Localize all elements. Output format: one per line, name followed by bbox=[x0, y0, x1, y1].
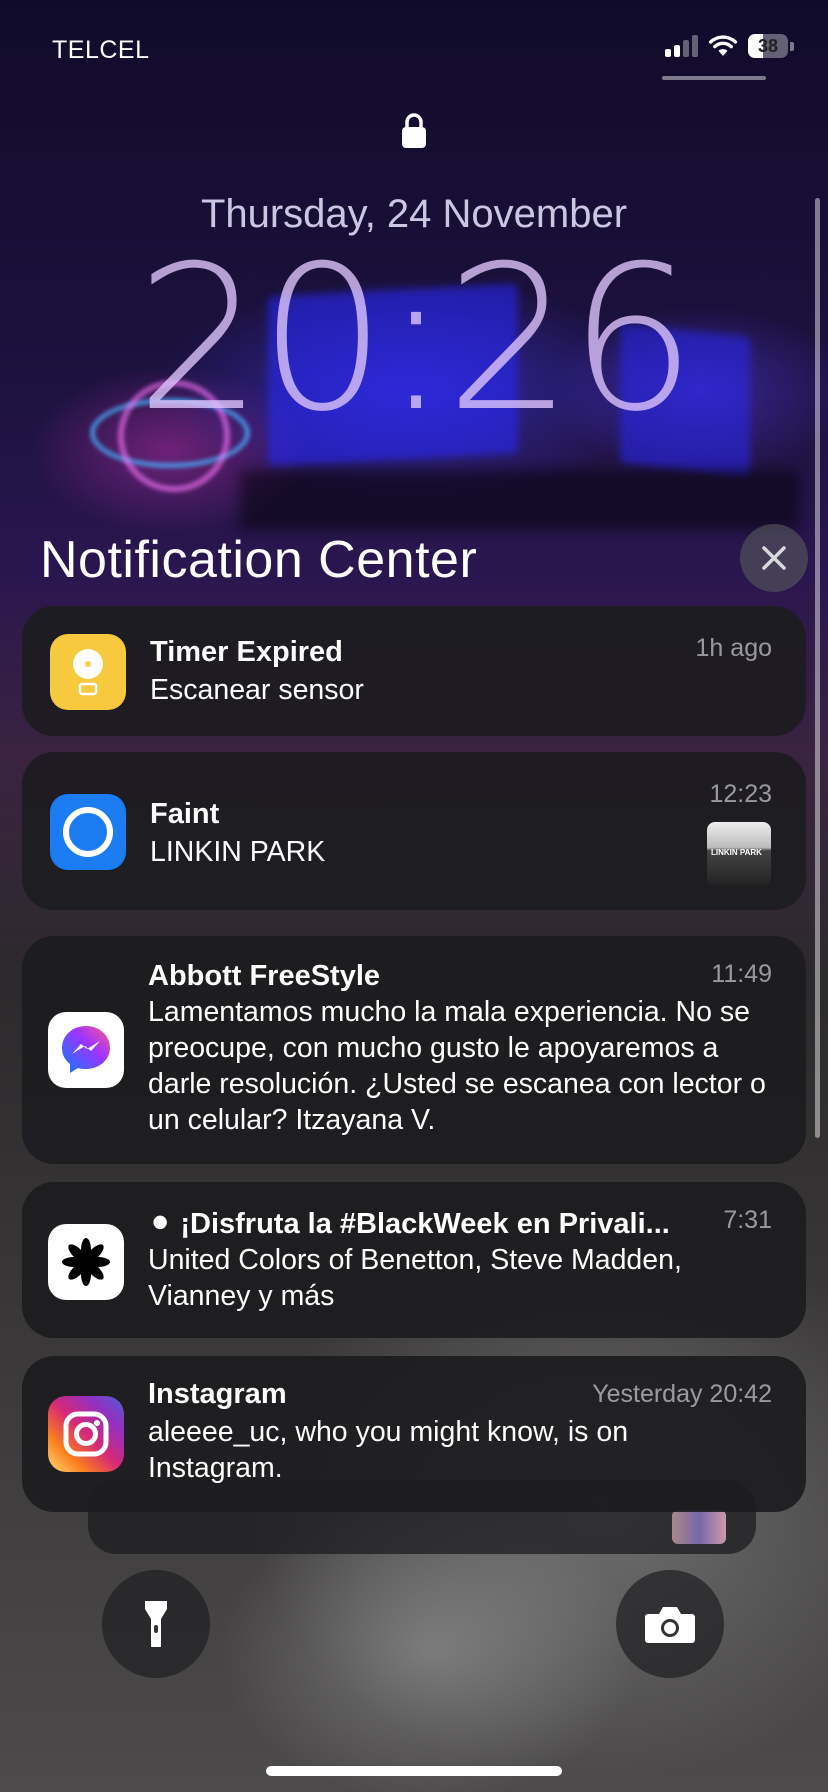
notification-title: ⚫ ¡Disfruta la #BlackWeek en Privali... bbox=[148, 1208, 670, 1240]
notification-body: United Colors of Benetton, Steve Madden,… bbox=[148, 1244, 682, 1312]
privalia-icon bbox=[48, 1224, 124, 1300]
notification-title: Faint bbox=[150, 798, 220, 830]
stack-thumbnail bbox=[672, 1510, 726, 1544]
carrier-label: TELCEL bbox=[52, 36, 150, 64]
notification-card[interactable]: Instagram Yesterday 20:42 aleeee_uc, who… bbox=[22, 1356, 806, 1512]
close-icon bbox=[762, 546, 786, 570]
notification-center-title: Notification Center bbox=[40, 531, 478, 589]
battery-icon: 38 bbox=[748, 34, 794, 58]
scroll-indicator bbox=[815, 198, 820, 1138]
messenger-icon bbox=[48, 1012, 124, 1088]
notification-time: 1h ago bbox=[695, 634, 772, 662]
notification-title: Instagram bbox=[148, 1378, 287, 1410]
lock-icon bbox=[402, 113, 426, 148]
notification-title: Abbott FreeStyle bbox=[148, 960, 381, 992]
notification-body: Lamentamos mucho la mala experiencia. No… bbox=[148, 996, 766, 1136]
notification-body: aleeee_uc, who you might know, is on Ins… bbox=[148, 1416, 629, 1484]
lock-time: 20:26 bbox=[135, 223, 696, 456]
notification-title: Timer Expired bbox=[150, 636, 343, 668]
instagram-icon bbox=[48, 1396, 124, 1472]
flashlight-icon bbox=[145, 1601, 167, 1647]
shazam-icon bbox=[50, 794, 126, 870]
control-center-handle[interactable] bbox=[662, 76, 766, 80]
battery-level: 38 bbox=[757, 35, 779, 56]
album-art-text: LINKIN PARK bbox=[711, 848, 762, 857]
camera-icon bbox=[645, 1607, 695, 1643]
wallpaper-desk bbox=[240, 470, 800, 530]
notification-time: 11:49 bbox=[711, 960, 772, 988]
notification-card[interactable]: Abbott FreeStyle 11:49 Lamentamos mucho … bbox=[22, 936, 806, 1164]
notification-time: Yesterday 20:42 bbox=[592, 1380, 772, 1408]
signal-icon bbox=[665, 35, 698, 57]
flashlight-button[interactable] bbox=[102, 1570, 210, 1678]
notification-card[interactable]: Timer Expired 1h ago Escanear sensor bbox=[22, 606, 806, 736]
clear-notifications-button[interactable] bbox=[740, 524, 808, 592]
home-indicator[interactable] bbox=[266, 1766, 562, 1776]
notification-time: 12:23 bbox=[709, 780, 772, 808]
album-art-thumbnail: LINKIN PARK bbox=[707, 822, 771, 886]
notification-body: LINKIN PARK bbox=[150, 836, 326, 868]
camera-button[interactable] bbox=[616, 1570, 724, 1678]
notification-time: 7:31 bbox=[723, 1206, 772, 1234]
notification-card[interactable]: Faint 12:23 LINKIN PARK LINKIN PARK bbox=[22, 752, 806, 910]
clock-icon bbox=[50, 634, 126, 710]
status-indicators: 38 bbox=[665, 34, 794, 58]
wifi-icon bbox=[708, 35, 738, 56]
notification-card[interactable]: ⚫ ¡Disfruta la #BlackWeek en Privali... … bbox=[22, 1182, 806, 1338]
notification-body: Escanear sensor bbox=[150, 674, 364, 706]
